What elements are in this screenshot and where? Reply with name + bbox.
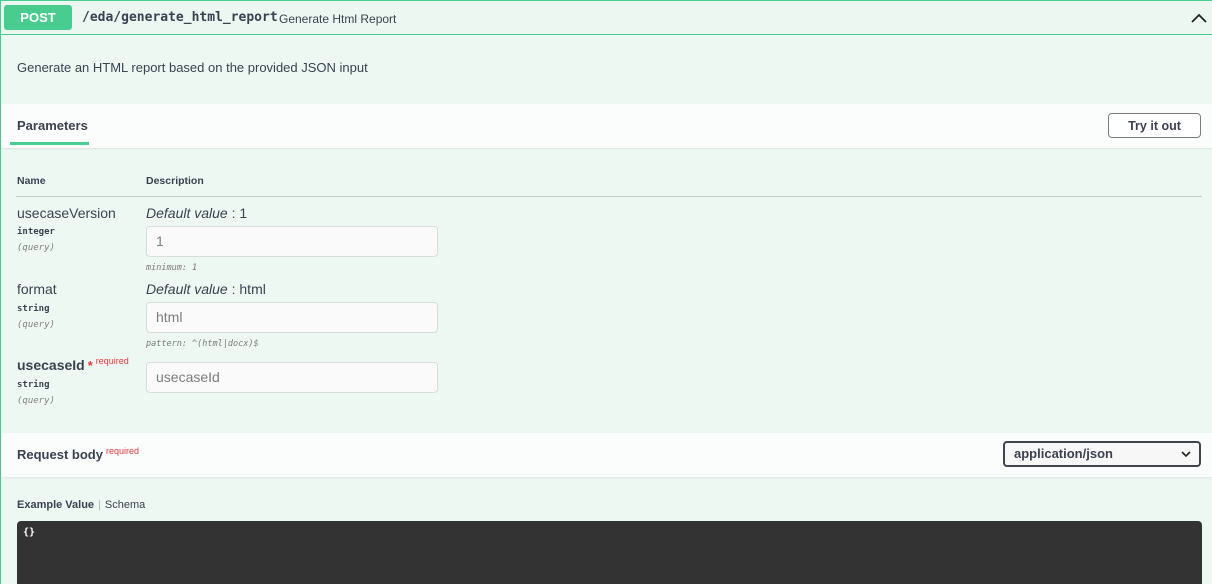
- usecaseid-input[interactable]: usecaseId: [146, 362, 438, 393]
- param-location: (query): [17, 396, 55, 406]
- parameters-header: Parameters Try it out: [1, 104, 1212, 148]
- active-tab-indicator: [10, 142, 89, 145]
- table-divider: [16, 196, 1202, 197]
- param-default: Default value : html: [146, 281, 266, 297]
- param-location: (query): [17, 320, 55, 330]
- required-star: *: [87, 358, 93, 373]
- example-code-block[interactable]: {}: [17, 521, 1202, 584]
- request-body-title: Request body required: [17, 446, 139, 462]
- param-default: Default value : 1: [146, 205, 248, 221]
- param-location: (query): [17, 243, 55, 253]
- operation-summary[interactable]: POST /eda/generate_html_report Generate …: [1, 0, 1212, 35]
- http-method-badge: POST: [4, 5, 72, 30]
- required-label: required: [95, 356, 129, 366]
- tab-schema[interactable]: Schema: [105, 499, 145, 511]
- operation-block: POST /eda/generate_html_report Generate …: [0, 0, 1212, 584]
- chevron-down-icon: [1181, 451, 1191, 458]
- endpoint-summary: Generate Html Report: [279, 12, 397, 26]
- try-it-out-button[interactable]: Try it out: [1108, 113, 1201, 138]
- param-name-format: format: [17, 281, 57, 297]
- param-name-usecaseversion: usecaseVersion: [17, 205, 116, 221]
- format-input[interactable]: html: [146, 302, 438, 333]
- required-label: required: [105, 446, 139, 456]
- column-header-name: Name: [17, 175, 46, 187]
- param-type: string: [17, 380, 50, 390]
- example-tabs: Example Value | Schema: [17, 499, 145, 511]
- request-body-header: Request body required application/json: [1, 433, 1212, 477]
- tab-separator: |: [98, 499, 101, 511]
- param-type: string: [17, 304, 50, 314]
- endpoint-path: /eda/generate_html_report: [82, 10, 278, 25]
- param-constraint: minimum: 1: [146, 263, 198, 273]
- param-name-usecaseid: usecaseId * required: [17, 356, 129, 373]
- chevron-up-icon[interactable]: [1189, 9, 1209, 27]
- usecaseversion-input[interactable]: 1: [146, 226, 438, 257]
- param-type: integer: [17, 227, 55, 237]
- content-type-select[interactable]: application/json: [1003, 441, 1201, 467]
- operation-description: Generate an HTML report based on the pro…: [17, 60, 368, 75]
- example-json: {}: [23, 527, 36, 538]
- tab-parameters[interactable]: Parameters: [17, 118, 88, 133]
- column-header-description: Description: [146, 175, 204, 187]
- param-constraint: pattern: ^(html|docx)$: [146, 339, 259, 349]
- tab-example-value[interactable]: Example Value: [17, 499, 94, 511]
